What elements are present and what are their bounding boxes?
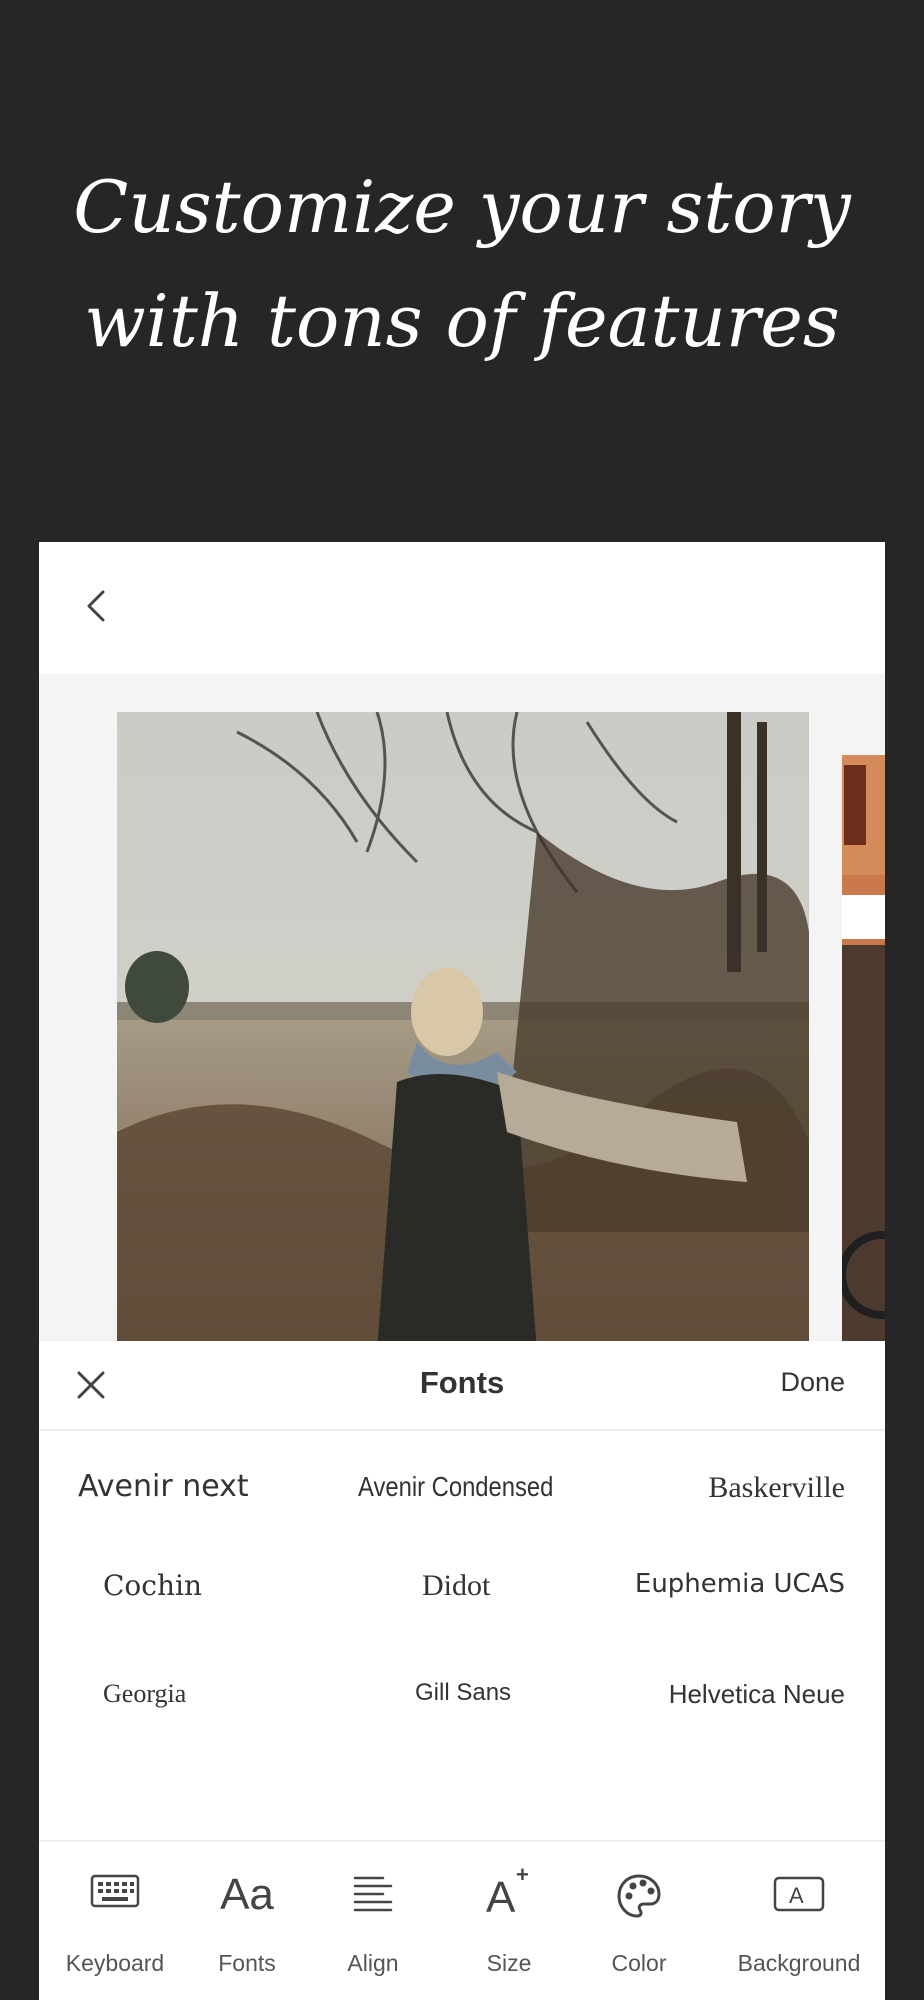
- font-option-baskerville[interactable]: Baskerville: [708, 1471, 845, 1505]
- font-option-avenir-next[interactable]: Avenir next: [78, 1469, 249, 1504]
- font-option-georgia[interactable]: Georgia: [103, 1679, 186, 1709]
- tool-size[interactable]: A + Size: [439, 1842, 579, 2000]
- font-option-gill-sans[interactable]: Gill Sans: [415, 1679, 511, 1707]
- editor-toolbar: Keyboard Aa Fonts Align A + Size Color A…: [39, 1840, 885, 2000]
- size-icon: A +: [482, 1862, 536, 1923]
- hero-headline: Customize your story with tons of featur…: [0, 150, 924, 378]
- tool-background[interactable]: A Background: [719, 1842, 879, 2000]
- svg-text:A: A: [486, 1873, 516, 1918]
- done-button[interactable]: Done: [780, 1367, 845, 1398]
- tool-fonts-label: Fonts: [218, 1950, 276, 1976]
- photo-illustration: [117, 712, 809, 1352]
- hero-line-2: with tons of features: [84, 279, 840, 363]
- font-option-euphemia-ucas[interactable]: Euphemia UCAS: [635, 1569, 845, 1599]
- tool-keyboard-label: Keyboard: [65, 1950, 165, 1976]
- keyboard-icon: [90, 1872, 140, 1917]
- font-option-avenir-condensed[interactable]: Avenir Condensed: [358, 1471, 553, 1503]
- next-photo-illustration: [842, 755, 885, 1352]
- tool-color-label: Color: [611, 1950, 667, 1976]
- font-option-helvetica-neue[interactable]: Helvetica Neue: [669, 1679, 845, 1710]
- top-bar: [39, 542, 885, 674]
- fonts-icon: Aa: [220, 1870, 274, 1919]
- tool-size-label: Size: [486, 1950, 532, 1976]
- font-list: Avenir next Avenir Condensed Baskerville…: [39, 1429, 885, 1849]
- chevron-left-icon: [87, 590, 105, 622]
- next-story-photo[interactable]: [842, 755, 885, 1352]
- align-icon: [351, 1872, 395, 1921]
- tool-align-label: Align: [347, 1950, 399, 1976]
- background-icon: A: [772, 1872, 826, 1921]
- svg-text:A: A: [789, 1883, 804, 1908]
- sheet-header: Fonts Done: [39, 1341, 885, 1431]
- hero-line-1: Customize your story: [73, 165, 851, 249]
- palette-icon: [615, 1872, 663, 1925]
- story-photo[interactable]: [117, 712, 809, 1352]
- tool-keyboard[interactable]: Keyboard: [39, 1842, 191, 2000]
- back-button[interactable]: [69, 578, 125, 634]
- tool-color[interactable]: Color: [579, 1842, 699, 2000]
- tool-fonts[interactable]: Aa Fonts: [181, 1842, 313, 2000]
- tool-background-label: Background: [737, 1950, 861, 1976]
- font-option-cochin[interactable]: Cochin: [103, 1569, 202, 1602]
- sheet-title: Fonts: [419, 1365, 505, 1400]
- tool-align[interactable]: Align: [313, 1842, 433, 2000]
- font-option-didot[interactable]: Didot: [422, 1569, 490, 1603]
- svg-text:+: +: [516, 1864, 529, 1887]
- app-screen: Fonts Done Avenir next Avenir Condensed …: [39, 542, 885, 2000]
